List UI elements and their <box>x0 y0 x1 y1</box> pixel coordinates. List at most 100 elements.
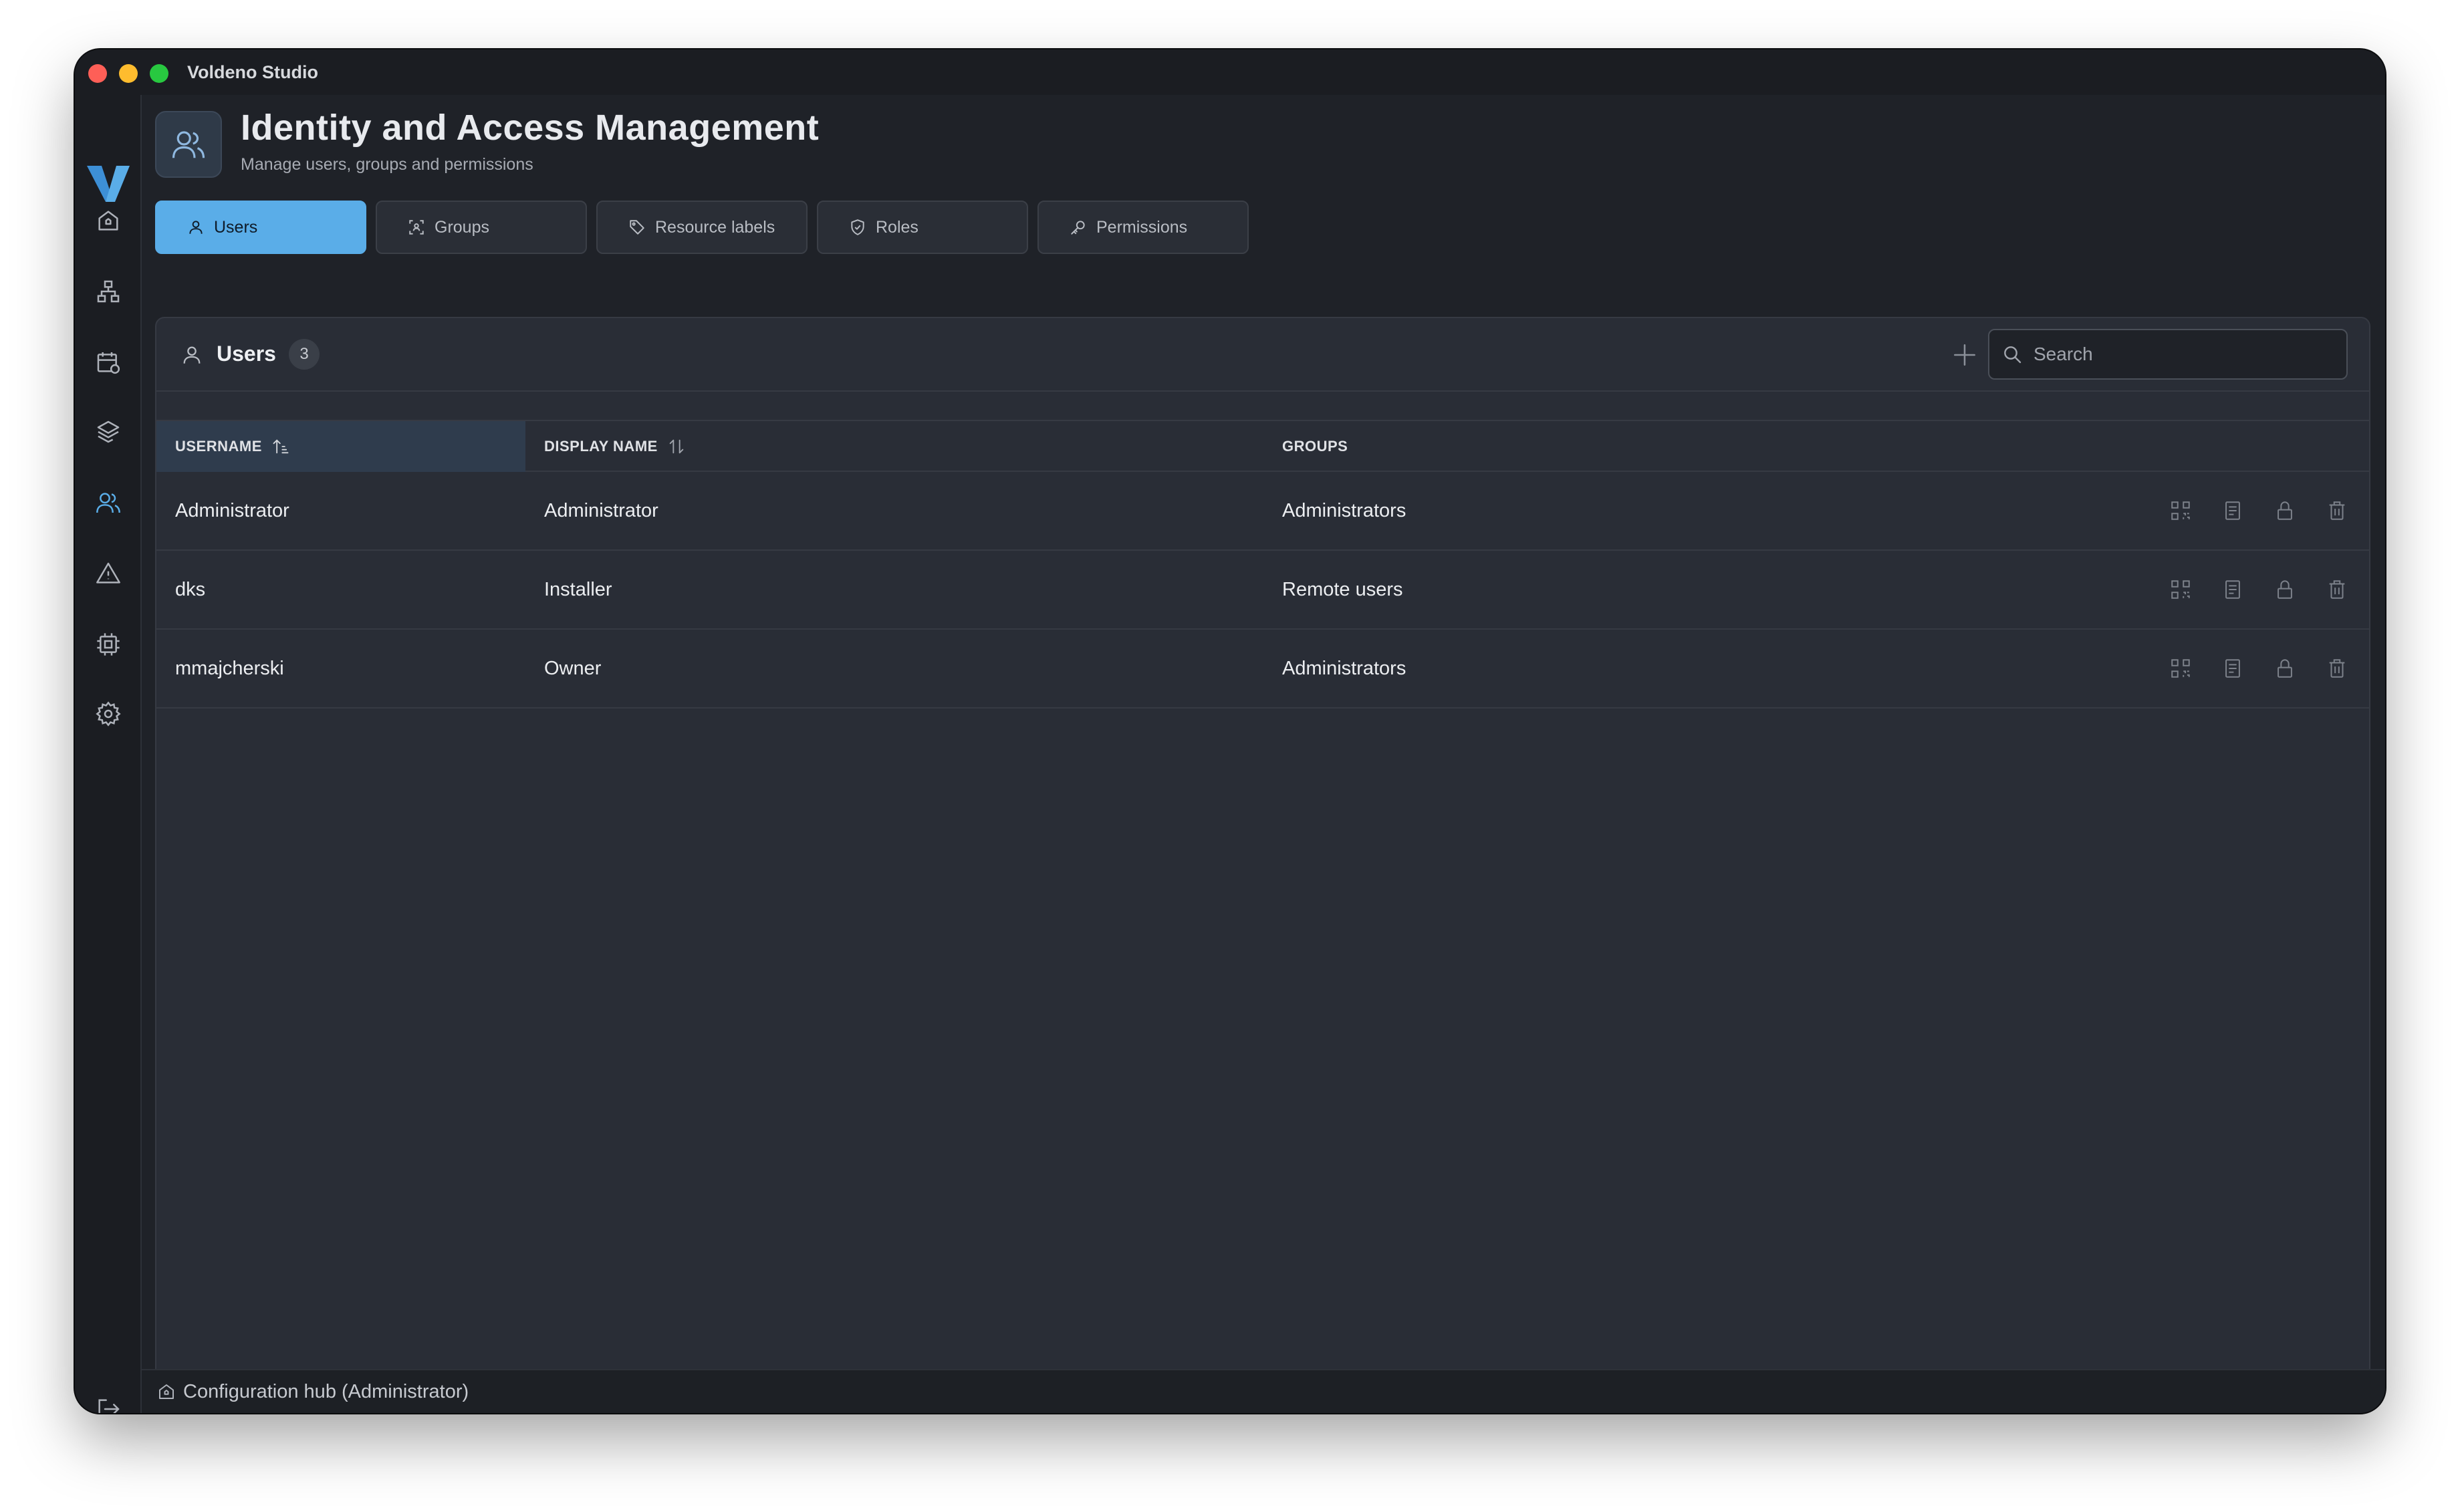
user-icon <box>189 221 203 234</box>
table-row[interactable]: dks Installer Remote users <box>156 551 2369 630</box>
page-icon <box>155 111 222 178</box>
sidebar-item-schedule[interactable] <box>92 346 124 378</box>
sidebar-item-network[interactable] <box>92 275 124 307</box>
tab-label: Users <box>214 217 258 237</box>
column-display-name[interactable]: DISPLAY NAME <box>525 421 1263 472</box>
logout-button[interactable] <box>92 1393 124 1413</box>
column-label: USERNAME <box>175 438 262 455</box>
add-user-button[interactable] <box>1945 336 1984 374</box>
cell-username: Administrator <box>175 499 289 521</box>
sort-icon <box>669 439 684 454</box>
plus-icon <box>1954 344 1975 366</box>
network-icon <box>97 280 120 303</box>
group-icon <box>409 220 424 235</box>
lock-icon <box>2278 501 2292 520</box>
qr-code-button[interactable] <box>2169 578 2193 602</box>
app-window: Voldeno Studio Identity and Access Manag… <box>75 49 2385 1413</box>
warning-icon <box>96 562 120 584</box>
users-table: USERNAME DISPLAY NAME GROUPS Administrat… <box>156 420 2369 709</box>
qr-code-icon <box>2171 501 2190 520</box>
cell-username: mmajcherski <box>175 657 284 679</box>
tab-resource-labels[interactable]: Resource labels <box>596 201 808 254</box>
sidebar-item-home[interactable] <box>92 205 124 237</box>
panel-header: Users 3 <box>156 318 2369 392</box>
lock-icon <box>2278 580 2292 599</box>
tab-groups[interactable]: Groups <box>376 201 587 254</box>
tab-roles[interactable]: Roles <box>817 201 1028 254</box>
table-header: USERNAME DISPLAY NAME GROUPS <box>156 420 2369 472</box>
delete-button[interactable] <box>2325 656 2349 680</box>
details-button[interactable] <box>2221 578 2245 602</box>
close-window-button[interactable] <box>88 64 107 83</box>
sort-ascending-icon <box>273 439 289 454</box>
users-icon <box>172 131 205 158</box>
details-button[interactable] <box>2221 656 2245 680</box>
sidebar-item-layers[interactable] <box>92 416 124 448</box>
lock-button[interactable] <box>2273 578 2297 602</box>
minimize-window-button[interactable] <box>119 64 138 83</box>
users-panel: Users 3 Search USERNAME DISPLAY NAME GRO… <box>155 317 2370 1400</box>
tab-label: Groups <box>435 217 489 237</box>
search-icon <box>2004 346 2021 364</box>
sidebar-item-alerts[interactable] <box>92 557 124 590</box>
column-label: GROUPS <box>1282 438 1348 455</box>
maximize-window-button[interactable] <box>150 64 168 83</box>
lock-button[interactable] <box>2273 499 2297 523</box>
search-input[interactable] <box>2032 343 2326 366</box>
cell-groups: Administrators <box>1282 499 1406 521</box>
status-text: Configuration hub (Administrator) <box>183 1380 469 1402</box>
details-button[interactable] <box>2221 499 2245 523</box>
home-icon <box>98 211 118 231</box>
title-bar: Voldeno Studio <box>75 49 2385 95</box>
sidebar-item-hardware[interactable] <box>92 628 124 660</box>
tab-permissions[interactable]: Permissions <box>1037 201 1249 254</box>
tab-label: Roles <box>876 217 918 237</box>
count-badge: 3 <box>289 339 320 370</box>
page-title: Identity and Access Management <box>241 108 820 148</box>
cell-display-name: Administrator <box>544 499 658 521</box>
sidebar-item-settings[interactable] <box>92 698 124 730</box>
tab-users[interactable]: Users <box>155 201 366 254</box>
row-actions <box>2169 472 2349 549</box>
tab-label: Permissions <box>1096 217 1188 237</box>
logo-icon[interactable] <box>86 163 131 206</box>
table-row[interactable]: Administrator Administrator Administrato… <box>156 472 2369 551</box>
sidebar-item-users[interactable] <box>92 487 124 519</box>
qr-code-icon <box>2171 580 2190 599</box>
user-icon <box>183 346 201 364</box>
row-actions <box>2169 630 2349 707</box>
trash-icon <box>2329 659 2345 678</box>
qr-code-button[interactable] <box>2169 656 2193 680</box>
sidebar <box>75 95 142 1413</box>
panel-title: Users <box>217 342 276 366</box>
document-icon <box>2225 501 2240 520</box>
cell-display-name: Owner <box>544 657 602 679</box>
trash-icon <box>2329 580 2345 599</box>
key-icon <box>1071 221 1085 235</box>
logout-icon <box>98 1399 120 1413</box>
cell-groups: Administrators <box>1282 657 1406 679</box>
app-title: Voldeno Studio <box>187 62 318 82</box>
calendar-icon <box>97 352 120 374</box>
page-subtitle: Manage users, groups and permissions <box>241 155 533 174</box>
cell-groups: Remote users <box>1282 578 1403 600</box>
delete-button[interactable] <box>2325 499 2349 523</box>
row-actions <box>2169 551 2349 628</box>
gear-icon <box>96 701 121 727</box>
tab-label: Resource labels <box>655 217 775 237</box>
tab-bar: Users Groups Resource labels Roles Permi… <box>155 201 1249 254</box>
document-icon <box>2225 580 2240 599</box>
status-bar: Configuration hub (Administrator) <box>142 1369 2385 1413</box>
qr-code-icon <box>2171 659 2190 678</box>
trash-icon <box>2329 501 2345 520</box>
home-icon <box>159 1384 174 1399</box>
search-field[interactable] <box>1988 329 2348 380</box>
table-row[interactable]: mmajcherski Owner Administrators <box>156 630 2369 709</box>
delete-button[interactable] <box>2325 578 2349 602</box>
column-username[interactable]: USERNAME <box>156 421 525 472</box>
document-icon <box>2225 659 2240 678</box>
cell-display-name: Installer <box>544 578 612 600</box>
lock-button[interactable] <box>2273 656 2297 680</box>
column-groups: GROUPS <box>1263 421 1798 472</box>
qr-code-button[interactable] <box>2169 499 2193 523</box>
